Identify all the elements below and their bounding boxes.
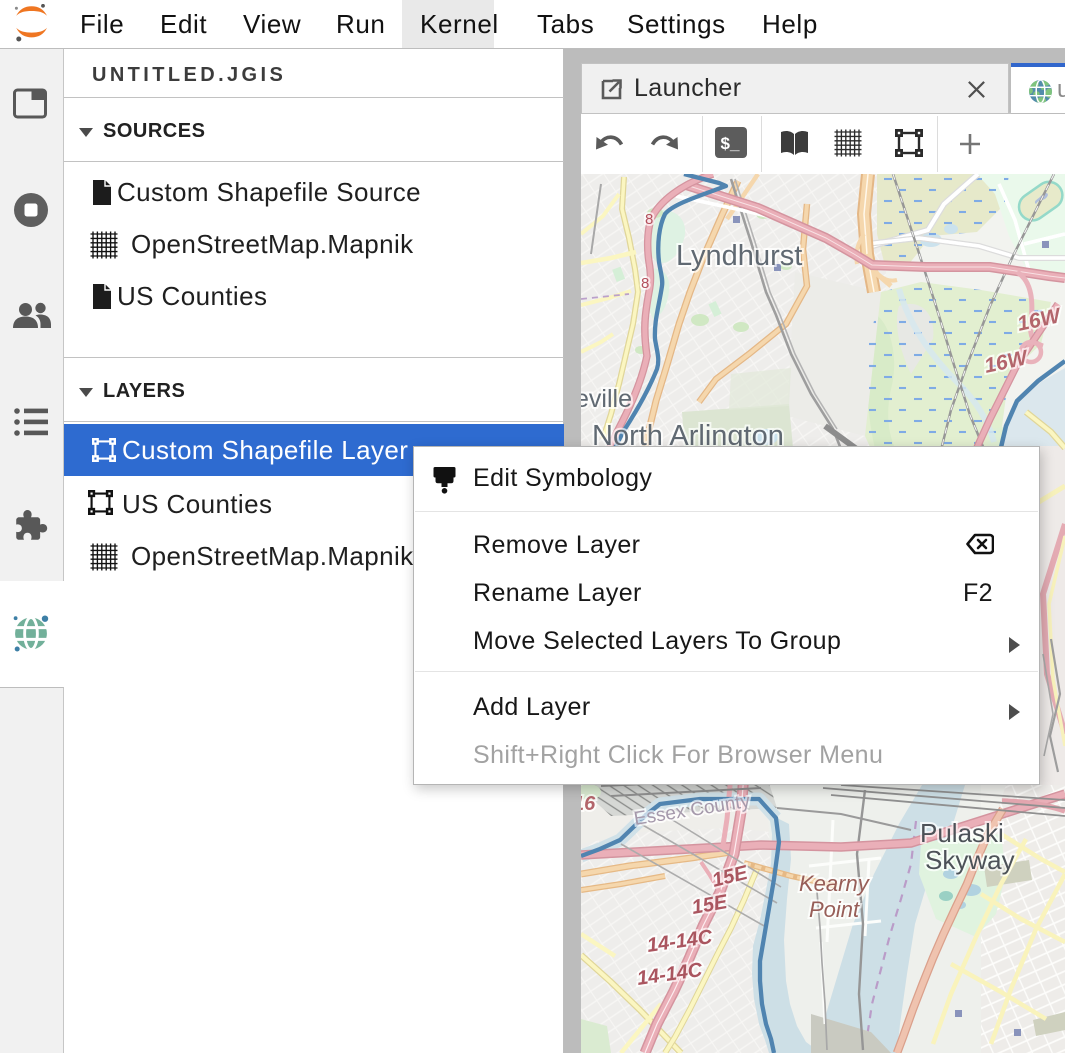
svg-text:16: 16: [581, 793, 596, 815]
svg-text:eville: eville: [581, 385, 632, 413]
svg-text:$_: $_: [721, 134, 740, 153]
svg-text:Lyndhurst: Lyndhurst: [676, 240, 802, 272]
svg-text:Kearny: Kearny: [799, 871, 871, 896]
svg-text:8: 8: [645, 211, 653, 228]
svg-text:Skyway: Skyway: [925, 845, 1015, 875]
svg-text:8: 8: [641, 275, 649, 292]
svg-text:Pulaski: Pulaski: [920, 818, 1004, 848]
svg-text:Point: Point: [809, 897, 860, 922]
